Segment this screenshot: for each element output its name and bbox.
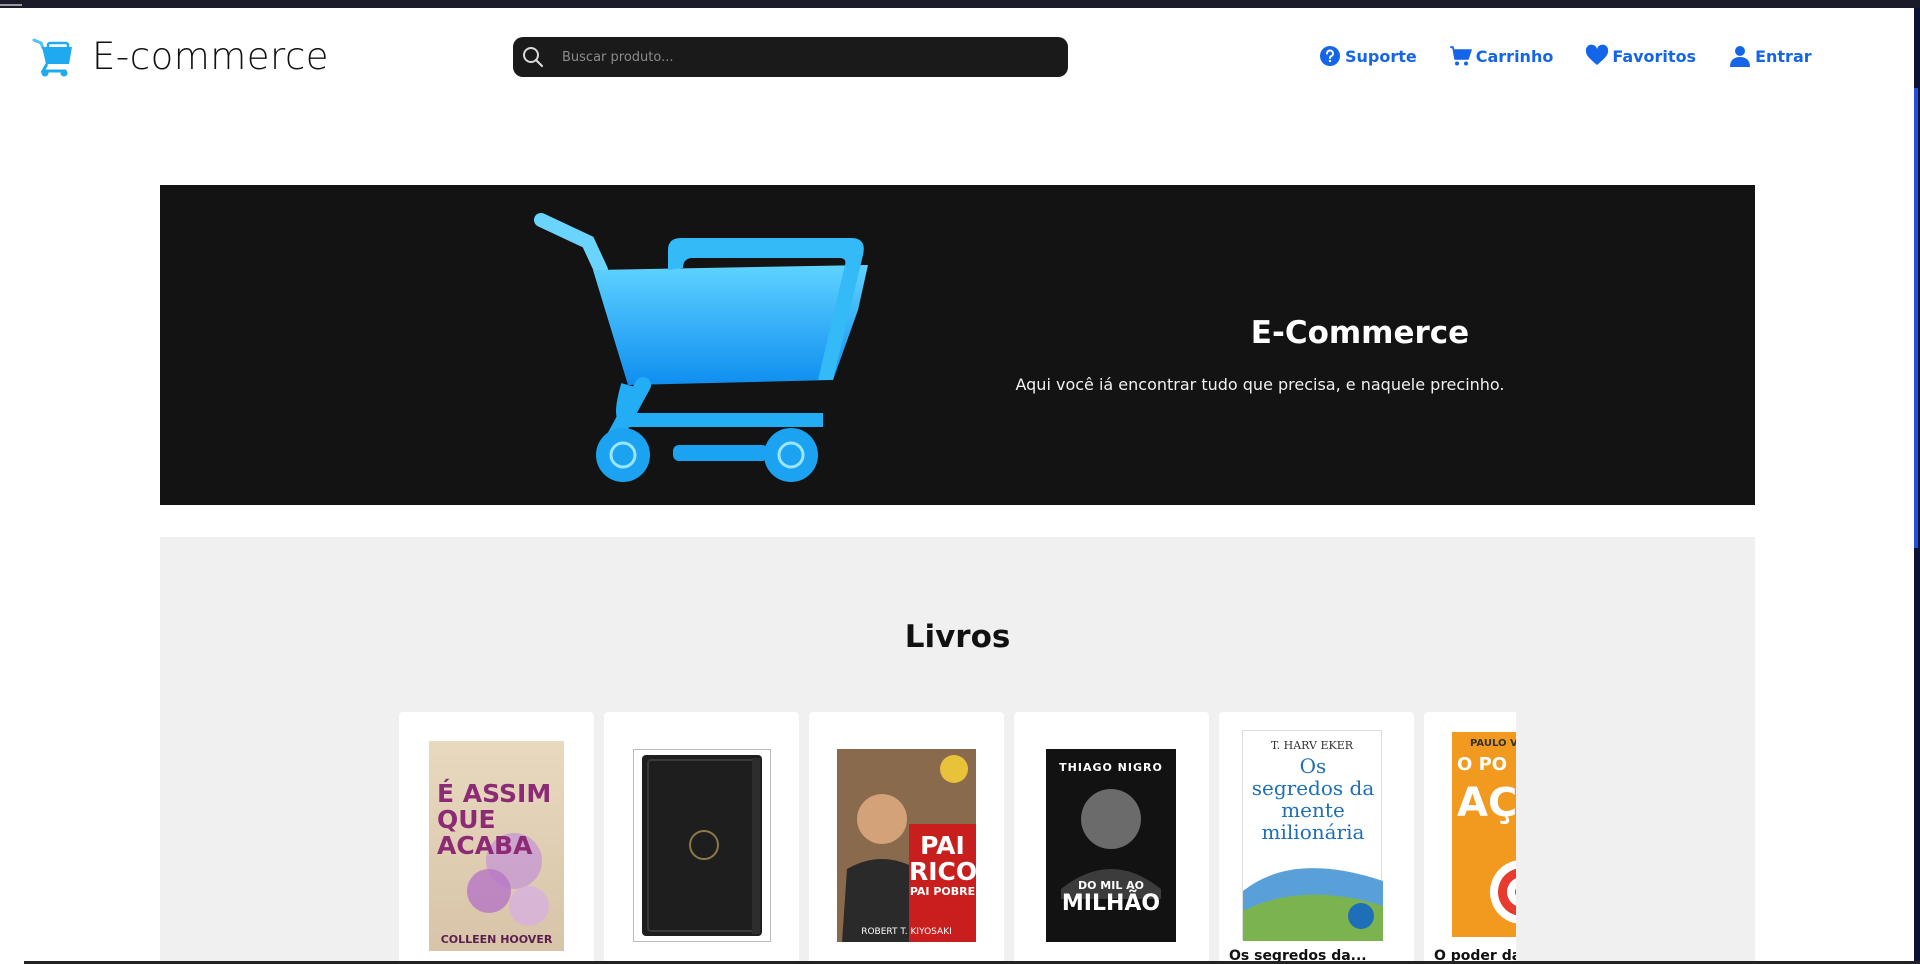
logo-text: E-commerce: [92, 34, 330, 78]
nav-support-label: Suporte: [1345, 46, 1417, 66]
window-top-strip: [0, 0, 1920, 8]
landscape-art: [1243, 868, 1383, 941]
scrollbar-thumb[interactable]: [1914, 88, 1918, 548]
cover-author: ROBERT T. KIYOSAKI: [861, 927, 952, 937]
user-icon: [1730, 46, 1751, 67]
site-logo[interactable]: E-commerce: [32, 34, 329, 78]
target-art: [1490, 860, 1516, 924]
page-scrollbar[interactable]: [1914, 8, 1920, 964]
cover-author: COLLEEN HOOVER: [440, 933, 553, 946]
site-header: E-commerce Suporte Carrinho: [0, 8, 1914, 108]
header-nav: Suporte Carrinho Favoritos Entrar: [1318, 44, 1844, 68]
nav-cart-label: Carrinho: [1475, 46, 1554, 66]
product-card[interactable]: THIAGO NIGRO DO MIL AO MILHÃO: [1014, 712, 1209, 964]
nav-favorites-link[interactable]: Favoritos: [1585, 44, 1696, 68]
hero-banner: E-Commerce Aqui você iá encontrar tudo q…: [160, 185, 1755, 505]
nav-login-link[interactable]: Entrar: [1728, 44, 1812, 68]
search-icon[interactable]: [521, 45, 545, 69]
product-card[interactable]: PAULO V O PO AÇ O poder da: [1424, 712, 1516, 964]
cart-icon: [1449, 46, 1472, 66]
hero-subtitle: Aqui você iá encontrar tudo que precisa,…: [1015, 375, 1505, 394]
product-card[interactable]: [604, 712, 799, 964]
product-carousel[interactable]: É ASSIM QUE ACABA COLLEEN HOOVER PAI RIC…: [399, 712, 1516, 964]
nav-login-label: Entrar: [1755, 46, 1812, 66]
section-title: Livros: [904, 619, 1011, 655]
cover-author: THIAGO NIGRO: [1059, 761, 1163, 774]
cover-title-line2: MILHÃO: [1061, 891, 1161, 916]
hero-title: E-Commerce: [1250, 315, 1470, 351]
cover-title: É ASSIM QUE ACABA: [437, 779, 552, 860]
book-cover-image: THIAGO NIGRO DO MIL AO MILHÃO: [1046, 749, 1176, 942]
book-cover-image: T. HARV EKER Os segredos da mente milion…: [1242, 730, 1383, 941]
cover-title: PAI RICO: [909, 831, 978, 886]
product-card[interactable]: PAI RICO PAI POBRE ROBERT T. KIYOSAKI: [809, 712, 1004, 964]
book-cover-image: PAULO V O PO AÇ: [1452, 732, 1516, 937]
cover-subtitle: PAI POBRE: [909, 885, 976, 898]
question-circle-icon: [1320, 46, 1340, 66]
hero-cart-icon: [534, 213, 868, 482]
product-card[interactable]: É ASSIM QUE ACABA COLLEEN HOOVER: [399, 712, 594, 964]
nav-support-link[interactable]: Suporte: [1318, 44, 1417, 68]
heart-icon: [1586, 44, 1609, 65]
book-cover-image: É ASSIM QUE ACABA COLLEEN HOOVER: [429, 741, 564, 951]
book-cover-image: [633, 749, 771, 942]
search-input[interactable]: [562, 49, 1042, 65]
product-card[interactable]: T. HARV EKER Os segredos da mente milion…: [1219, 712, 1414, 964]
nav-favorites-label: Favoritos: [1612, 46, 1697, 66]
search-bar: [513, 37, 1068, 77]
leather-book-art: [642, 755, 762, 936]
nav-cart-link[interactable]: Carrinho: [1449, 44, 1554, 68]
window-strip-mark: [0, 4, 22, 6]
shopping-cart-icon: [32, 38, 72, 77]
books-section: Livros É ASSIM QUE ACABA COLLEEN HOOVER: [160, 537, 1755, 964]
book-cover-image: PAI RICO PAI POBRE ROBERT T. KIYOSAKI: [837, 749, 978, 942]
